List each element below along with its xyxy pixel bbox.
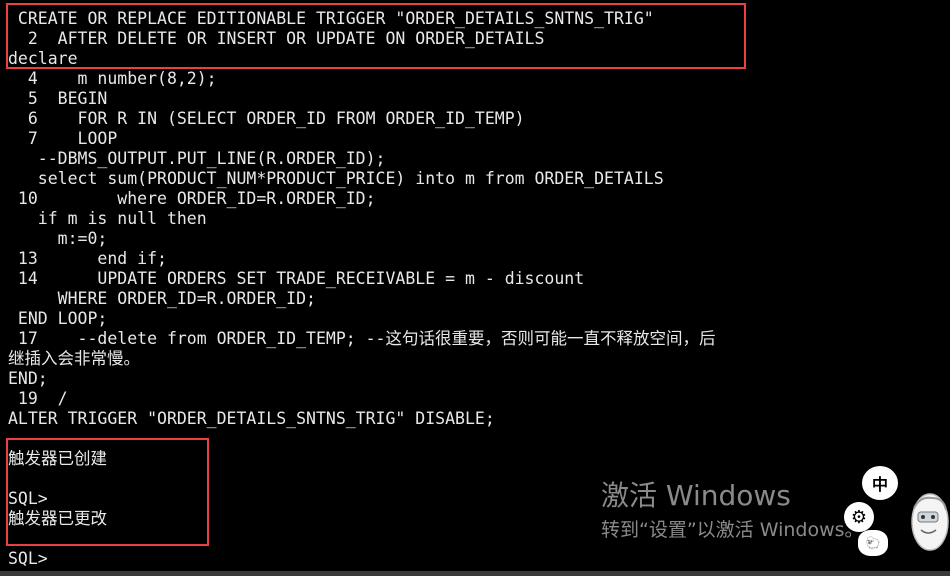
ime-language-icon[interactable]: 中 [864, 468, 896, 498]
console-line-18: 继插入会非常慢。 [8, 349, 140, 368]
activate-windows-watermark: 激活 Windows 转到“设置”以激活 Windows。 [601, 478, 864, 544]
console-line-2: 2 AFTER DELETE OR INSERT OR UPDATE ON OR… [8, 29, 545, 48]
console-line-23: 触发器已创建 [8, 449, 107, 468]
console-line-14: 14 UPDATE ORDERS SET TRADE_RECEIVABLE = … [8, 269, 585, 288]
console-line-21: ALTER TRIGGER "ORDER_DETAILS_SNTNS_TRIG"… [8, 409, 495, 428]
console-line-19: END; [8, 369, 48, 388]
gear-icon[interactable]: ⚙ [846, 504, 872, 530]
sheep-icon[interactable]: 🐑 [860, 532, 886, 554]
console-line-26: 触发器已更改 [8, 509, 107, 528]
sql-prompt-2[interactable]: SQL> [8, 549, 48, 569]
console-line-7: 7 LOOP [8, 129, 118, 148]
console-line-16: END LOOP; [8, 309, 108, 328]
console-line-13: 13 end if; [8, 249, 167, 268]
console-line-5: 5 BEGIN [8, 89, 108, 108]
console-line-1: CREATE OR REPLACE EDITIONABLE TRIGGER "O… [8, 9, 654, 28]
console-line-6: 6 FOR R IN (SELECT ORDER_ID FROM ORDER_I… [8, 109, 525, 128]
watermark-subtitle: 转到“设置”以激活 Windows。 [601, 519, 864, 541]
window-bottom-edge [0, 571, 950, 576]
console-line-9: select sum(PRODUCT_NUM*PRODUCT_PRICE) in… [8, 169, 664, 188]
console-line-8: --DBMS_OUTPUT.PUT_LINE(R.ORDER_ID); [8, 149, 386, 168]
console-line-15: WHERE ORDER_ID=R.ORDER_ID; [8, 289, 316, 308]
mascot-icon[interactable] [906, 488, 950, 556]
sql-prompt-1: SQL> [8, 489, 48, 508]
console-line-20: 19 / [8, 389, 68, 408]
console-line-10: 10 where ORDER_ID=R.ORDER_ID; [8, 189, 376, 208]
console-line-12: m:=0; [8, 229, 108, 248]
console-line-11: if m is null then [8, 209, 207, 228]
console-line-4: 4 m number(8,2); [8, 69, 217, 88]
watermark-title: 激活 Windows [601, 479, 791, 512]
console-line-3: declare [8, 49, 78, 68]
console-line-17: 17 --delete from ORDER_ID_TEMP; --这句话很重要… [8, 329, 716, 348]
